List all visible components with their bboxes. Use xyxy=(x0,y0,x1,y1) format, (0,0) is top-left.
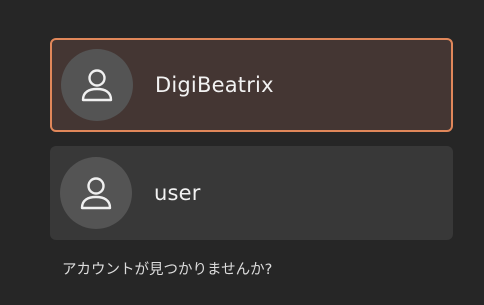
user-list: DigiBeatrix user xyxy=(50,38,453,240)
user-card-user[interactable]: user xyxy=(50,146,453,240)
avatar xyxy=(60,157,132,229)
login-screen: DigiBeatrix user アカウントが見つかりませんか? xyxy=(0,0,484,305)
user-card-digibeatrix[interactable]: DigiBeatrix xyxy=(50,38,453,132)
user-name: DigiBeatrix xyxy=(155,73,274,97)
not-listed-link[interactable]: アカウントが見つかりませんか? xyxy=(62,258,272,279)
person-icon xyxy=(80,177,112,210)
avatar xyxy=(61,49,133,121)
person-icon xyxy=(81,69,113,102)
user-name: user xyxy=(154,181,201,205)
